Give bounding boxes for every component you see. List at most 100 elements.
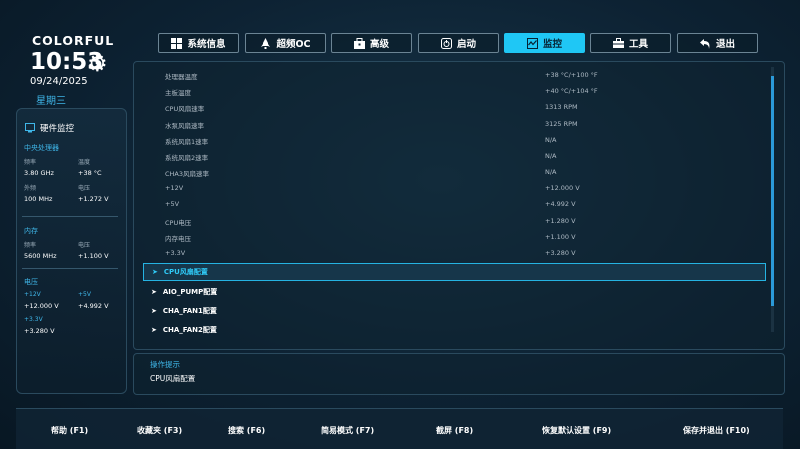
reading-label: CPU电压 bbox=[165, 219, 192, 227]
hint-text: CPU风扇配置 bbox=[150, 374, 196, 383]
memory-volt-value: +1.100 V bbox=[78, 252, 109, 260]
memory-section-title: 内存 bbox=[24, 227, 38, 235]
chevron-right-icon: ➤ bbox=[151, 307, 157, 315]
submenu-cpu-fan-config[interactable]: ➤ CPU风扇配置 bbox=[143, 263, 766, 281]
scrollbar-thumb[interactable] bbox=[771, 76, 774, 306]
chevron-right-icon: ➤ bbox=[151, 326, 157, 334]
tab-label: 系统信息 bbox=[187, 39, 226, 50]
hint-title: 操作提示 bbox=[150, 360, 180, 369]
submenu-cha-fan1-config[interactable]: ➤ CHA_FAN1配置 bbox=[143, 302, 766, 320]
voltage-section-title: 电压 bbox=[24, 278, 38, 286]
reading-row: +5V +4.992 V bbox=[165, 200, 765, 212]
v5-value: +4.992 V bbox=[78, 302, 109, 310]
reading-value: +38 °C/+100 °F bbox=[545, 71, 598, 79]
reading-label: +3.3V bbox=[165, 249, 186, 257]
reading-value: +12.000 V bbox=[545, 184, 580, 192]
reading-row: CPU电压 +1.280 V bbox=[165, 217, 765, 229]
tab-exit[interactable]: 退出 bbox=[677, 33, 758, 53]
reading-row: 内存电压 +1.100 V bbox=[165, 233, 765, 245]
reading-label: CPU风扇速率 bbox=[165, 105, 205, 113]
reading-label: CHA3风扇速率 bbox=[165, 170, 210, 178]
cpu-bclk-value: 100 MHz bbox=[24, 195, 53, 203]
footer-bar bbox=[16, 408, 783, 449]
tab-overclock[interactable]: 超频OC bbox=[245, 33, 326, 53]
cpu-volt-value: +1.272 V bbox=[78, 195, 109, 203]
clock-date: 09/24/2025 bbox=[30, 76, 88, 87]
reading-value: N/A bbox=[545, 168, 557, 176]
reading-value: +3.280 V bbox=[545, 249, 576, 257]
tab-advanced[interactable]: 高级 bbox=[331, 33, 412, 53]
rocket-icon bbox=[261, 37, 271, 49]
cpu-volt-label: 电压 bbox=[78, 185, 91, 192]
tab-boot[interactable]: 启动 bbox=[418, 33, 499, 53]
tab-label: 退出 bbox=[715, 39, 735, 50]
cpu-freq-label: 频率 bbox=[24, 159, 37, 166]
reading-value: N/A bbox=[545, 152, 557, 160]
divider bbox=[22, 216, 118, 217]
reading-row: CPU风扇速率 1313 RPM bbox=[165, 103, 765, 115]
reading-value: 3125 RPM bbox=[545, 120, 578, 128]
grid-icon bbox=[171, 37, 183, 49]
return-icon bbox=[699, 38, 710, 49]
reading-row: 水泵风扇速率 3125 RPM bbox=[165, 120, 765, 132]
cpu-temp-label: 温度 bbox=[78, 159, 91, 166]
v33-value: +3.280 V bbox=[24, 327, 55, 335]
tab-monitor[interactable]: 监控 bbox=[504, 33, 585, 53]
load-defaults-button[interactable]: 恢复默认设置 (F9) bbox=[542, 425, 611, 436]
submenu-label: CHA_FAN2配置 bbox=[162, 326, 217, 334]
chevron-right-icon: ➤ bbox=[152, 268, 158, 276]
reading-label: 系统风扇2速率 bbox=[165, 154, 209, 162]
tab-label: 监控 bbox=[542, 39, 562, 50]
tab-label: 高级 bbox=[369, 39, 389, 50]
search-button[interactable]: 搜索 (F6) bbox=[228, 425, 265, 436]
submenu-label: CPU风扇配置 bbox=[163, 268, 208, 276]
v12-value: +12.000 V bbox=[24, 302, 59, 310]
monitor-icon bbox=[25, 123, 35, 133]
screenshot-button[interactable]: 截屏 (F8) bbox=[436, 425, 473, 436]
monitor-chart-icon bbox=[526, 37, 538, 49]
reading-row: +3.3V +3.280 V bbox=[165, 249, 765, 261]
hardware-monitor-header: 硬件监控 bbox=[25, 122, 74, 134]
tab-label: 工具 bbox=[628, 39, 648, 50]
reading-label: 水泵风扇速率 bbox=[165, 122, 204, 130]
power-icon bbox=[440, 37, 452, 49]
brand-logo: COLORFUL bbox=[32, 33, 115, 48]
submenu-label: AIO_PUMP配置 bbox=[162, 288, 218, 296]
reading-value: +40 °C/+104 °F bbox=[545, 87, 598, 95]
reading-value: +1.100 V bbox=[545, 233, 576, 241]
clock-weekday: 星期三 bbox=[36, 96, 66, 107]
tab-label: 启动 bbox=[456, 39, 476, 50]
gear-icon[interactable]: ⚙ bbox=[87, 51, 108, 77]
reading-value: 1313 RPM bbox=[545, 103, 578, 111]
submenu-aio-pump-config[interactable]: ➤ AIO_PUMP配置 bbox=[143, 283, 766, 301]
reading-label: 内存电压 bbox=[165, 235, 191, 243]
cpu-bclk-label: 外频 bbox=[24, 185, 37, 192]
favorites-button[interactable]: 收藏夹 (F3) bbox=[137, 425, 182, 436]
reading-label: +5V bbox=[165, 200, 180, 208]
reading-label: 处理器温度 bbox=[165, 73, 198, 81]
help-button[interactable]: 帮助 (F1) bbox=[51, 425, 88, 436]
hint-panel bbox=[133, 353, 785, 395]
tab-tools[interactable]: 工具 bbox=[590, 33, 671, 53]
cpu-section-title: 中央处理器 bbox=[24, 144, 59, 152]
easy-mode-button[interactable]: 简易模式 (F7) bbox=[321, 425, 374, 436]
toolbox-icon bbox=[353, 37, 365, 49]
submenu-label: CHA_FAN1配置 bbox=[162, 307, 217, 315]
reading-value: +1.280 V bbox=[545, 217, 576, 225]
reading-value: N/A bbox=[545, 136, 557, 144]
chevron-right-icon: ➤ bbox=[151, 288, 157, 296]
reading-row: 系统风扇1速率 N/A bbox=[165, 136, 765, 148]
hardware-monitor-title: 硬件监控 bbox=[40, 124, 75, 134]
save-exit-button[interactable]: 保存并退出 (F10) bbox=[683, 425, 750, 436]
memory-freq-value: 5600 MHz bbox=[24, 252, 57, 260]
reading-row: 处理器温度 +38 °C/+100 °F bbox=[165, 71, 765, 83]
reading-row: 主板温度 +40 °C/+104 °F bbox=[165, 87, 765, 99]
tab-system-info[interactable]: 系统信息 bbox=[158, 33, 239, 53]
reading-label: 系统风扇1速率 bbox=[165, 138, 209, 146]
submenu-cha-fan2-config[interactable]: ➤ CHA_FAN2配置 bbox=[143, 321, 766, 339]
reading-row: CHA3风扇速率 N/A bbox=[165, 168, 765, 180]
divider bbox=[22, 268, 118, 269]
reading-row: 系统风扇2速率 N/A bbox=[165, 152, 765, 164]
v5-label: +5V bbox=[78, 291, 91, 298]
briefcase-icon bbox=[612, 37, 624, 48]
